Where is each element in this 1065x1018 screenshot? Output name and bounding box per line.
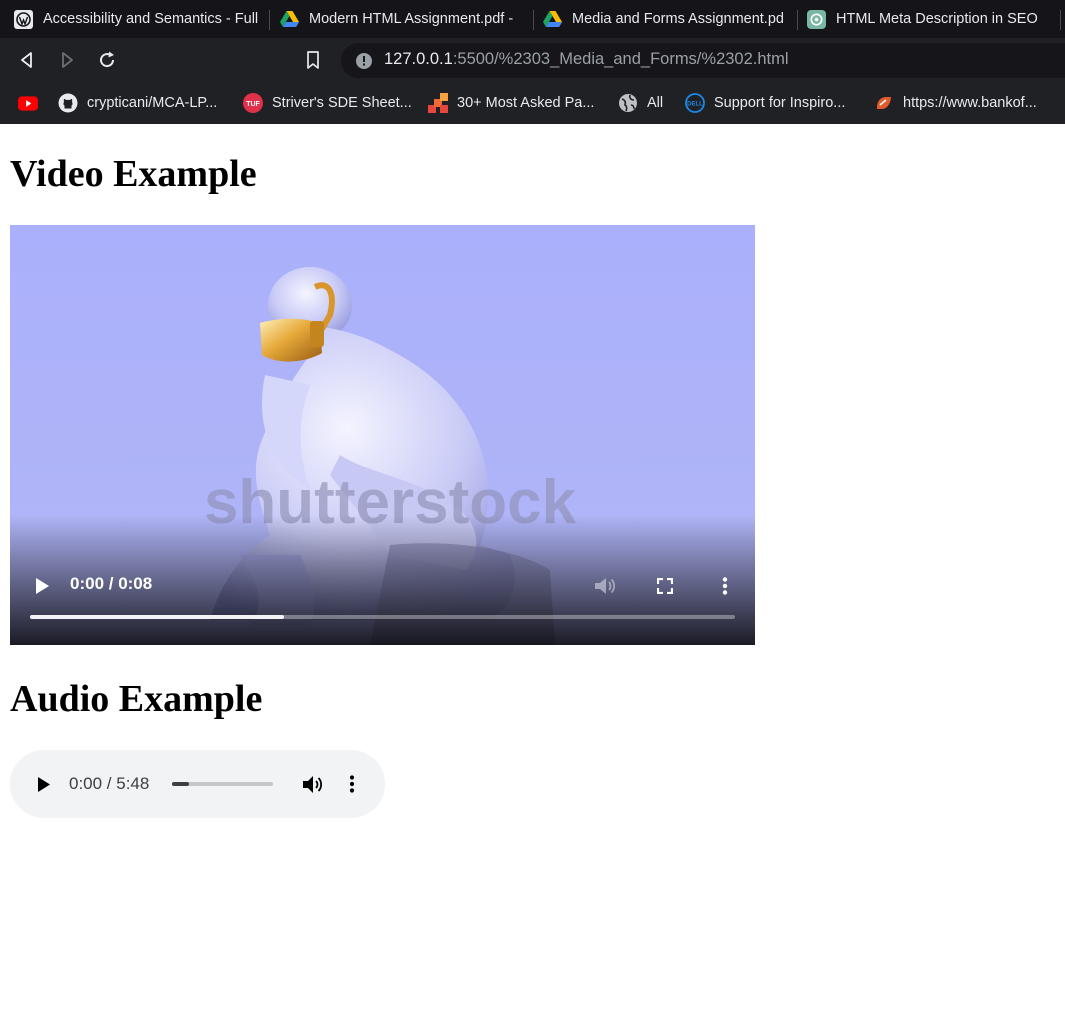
- google-drive-icon: [280, 10, 299, 29]
- tab-divider: [533, 10, 534, 30]
- svg-text:TUF: TUF: [246, 101, 260, 108]
- video-time-display: 0:00 / 0:08: [70, 574, 153, 593]
- tab-divider: [797, 10, 798, 30]
- bookmark-most-asked[interactable]: 30+ Most Asked Pa...: [428, 82, 594, 124]
- bookmark-dell-support[interactable]: DELL Support for Inspiro...: [685, 82, 845, 124]
- bookmarks-bar: crypticani/MCA-LP... TUF Striver's SDE S…: [0, 82, 1065, 124]
- tab-title: HTML Meta Description in SEO: [836, 11, 1038, 27]
- audio-mute-button[interactable]: [300, 772, 324, 796]
- dell-icon: DELL: [685, 93, 705, 113]
- url-host: 127.0.0.1: [384, 50, 453, 68]
- bookmark-striver[interactable]: TUF Striver's SDE Sheet...: [243, 82, 412, 124]
- video-heading: Video Example: [10, 153, 257, 195]
- audio-progress-fill: [172, 782, 190, 786]
- grid-icon: [428, 93, 448, 113]
- tab-title: Media and Forms Assignment.pd: [572, 11, 784, 27]
- video-more-options-button[interactable]: [713, 574, 737, 598]
- bookmark-youtube[interactable]: [18, 82, 47, 124]
- fullscreen-icon: [657, 578, 673, 594]
- tab-accessibility[interactable]: Accessibility and Semantics - Full: [14, 0, 264, 38]
- forward-arrow-icon: [62, 52, 73, 68]
- bookmark-icon: [307, 51, 319, 69]
- video-progress-bar[interactable]: [30, 615, 735, 619]
- video-progress-fill: [30, 615, 284, 619]
- bookmark-all[interactable]: All: [618, 82, 663, 124]
- reload-button[interactable]: [95, 48, 119, 72]
- info-icon: [356, 53, 372, 69]
- kebab-menu-icon: [722, 577, 728, 595]
- tab-strip: Accessibility and Semantics - Full Moder…: [0, 0, 1065, 38]
- video-fullscreen-button[interactable]: [653, 574, 677, 598]
- video-play-button[interactable]: [30, 574, 54, 598]
- bookmark-label: https://www.bankof...: [903, 95, 1037, 111]
- bookmark-label: Striver's SDE Sheet...: [272, 95, 412, 111]
- video-mute-button[interactable]: [593, 574, 617, 598]
- site-info-button[interactable]: [352, 49, 376, 73]
- svg-text:DELL: DELL: [687, 102, 703, 108]
- audio-heading: Audio Example: [10, 678, 263, 720]
- forward-button[interactable]: [55, 48, 79, 72]
- audio-progress-bar[interactable]: [172, 782, 273, 786]
- bookmark-label: Support for Inspiro...: [714, 95, 846, 111]
- tab-divider: [1060, 10, 1061, 30]
- tab-title: Accessibility and Semantics - Full: [43, 11, 259, 27]
- volume-icon: [302, 775, 322, 793]
- reload-icon: [100, 51, 115, 68]
- bank-icon: [874, 93, 894, 113]
- play-icon: [36, 578, 49, 594]
- tuf-icon: TUF: [243, 93, 263, 113]
- bookmark-label: All: [647, 95, 664, 111]
- wordpress-icon: [14, 9, 33, 29]
- back-button[interactable]: [15, 48, 39, 72]
- audio-play-button[interactable]: [31, 772, 55, 796]
- audio-more-options-button[interactable]: [340, 772, 364, 796]
- google-drive-icon: [543, 10, 562, 29]
- tab-divider: [269, 10, 270, 30]
- tab-media-forms[interactable]: Media and Forms Assignment.pd: [543, 0, 793, 38]
- globe-icon: [618, 93, 638, 113]
- bookmark-star-button[interactable]: [301, 48, 325, 72]
- volume-icon: [595, 578, 616, 594]
- tab-modern-html[interactable]: Modern HTML Assignment.pdf -: [280, 0, 523, 38]
- audio-time-display: 0:00 / 5:48: [69, 774, 150, 793]
- bookmark-label: crypticani/MCA-LP...: [87, 95, 218, 111]
- chatgpt-icon: [807, 9, 826, 29]
- play-icon: [37, 776, 50, 792]
- tab-meta-description[interactable]: HTML Meta Description in SEO: [807, 0, 1057, 38]
- github-icon: [58, 93, 78, 113]
- audio-player[interactable]: 0:00 / 5:48: [10, 750, 385, 818]
- tab-title: Modern HTML Assignment.pdf -: [309, 11, 514, 27]
- video-player[interactable]: shutterstock 0:00 / 0:08: [10, 225, 755, 645]
- kebab-menu-icon: [349, 775, 355, 793]
- url-path: :5500/%2303_Media_and_Forms/%2302.html: [452, 50, 789, 68]
- youtube-icon: [18, 93, 38, 113]
- bookmark-github[interactable]: crypticani/MCA-LP...: [58, 82, 217, 124]
- url-text[interactable]: 127.0.0.1:5500/%2303_Media_and_Forms/%23…: [384, 50, 789, 69]
- bookmark-bank[interactable]: https://www.bankof...: [874, 82, 1037, 124]
- back-arrow-icon: [21, 52, 32, 68]
- bookmark-label: 30+ Most Asked Pa...: [457, 95, 595, 111]
